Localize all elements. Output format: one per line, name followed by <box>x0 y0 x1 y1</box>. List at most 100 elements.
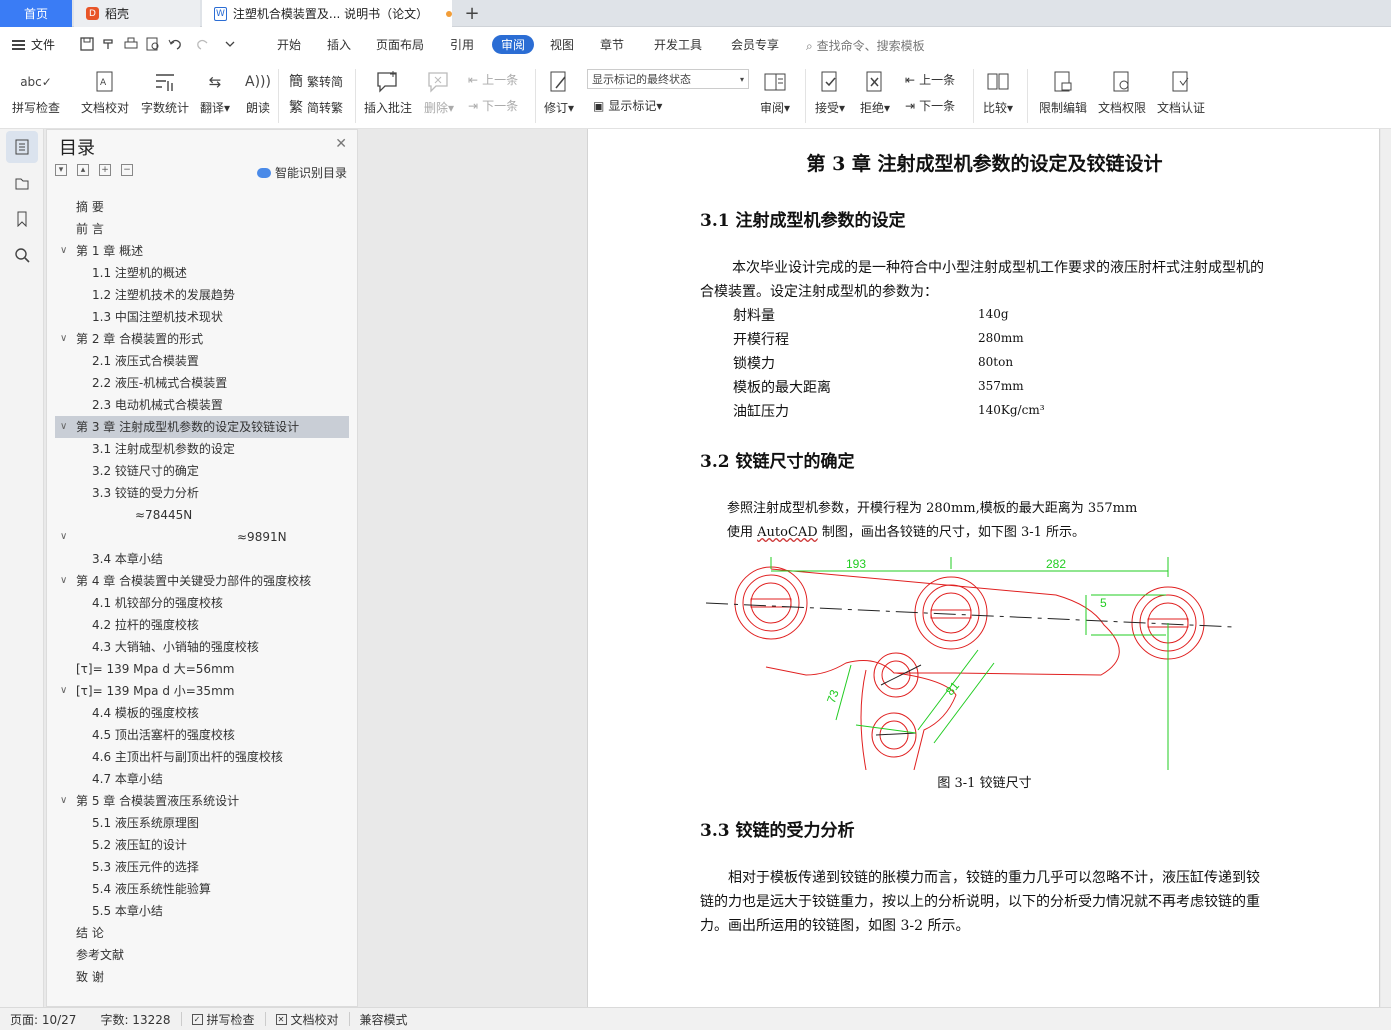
toc-item[interactable]: ∨ ≈9891N <box>55 526 349 548</box>
markup-display-select[interactable]: 显示标记的最终状态 ▾ <box>587 69 749 89</box>
chevron-down-icon[interactable]: ∨ <box>60 680 67 702</box>
collapse-all-icon[interactable]: ▴ <box>77 164 89 176</box>
print-icon[interactable] <box>124 37 138 51</box>
chevron-down-icon[interactable]: ∨ <box>60 416 67 438</box>
insert-comment-button[interactable]: 插入批注 <box>364 69 412 116</box>
bookmark-icon[interactable] <box>12 209 32 229</box>
accept-button[interactable]: 接受▾ <box>815 69 845 116</box>
unsaved-dot-icon[interactable] <box>446 10 452 17</box>
vertical-scrollbar[interactable] <box>1381 129 1391 1007</box>
reject-button[interactable]: 拒绝▾ <box>860 69 890 116</box>
document-page[interactable]: 第 3 章 注射成型机参数的设定及铰链设计 3.1 注射成型机参数的设定 本次毕… <box>587 129 1380 1007</box>
read-aloud-button[interactable]: A))) 朗读 <box>245 69 271 116</box>
tab-document[interactable]: W 注塑机合模装置及... 说明书（论文） <box>202 0 452 27</box>
toc-item[interactable]: 4.2 拉杆的强度校核 <box>55 614 349 636</box>
save-icon[interactable] <box>80 37 94 51</box>
toc-item[interactable]: 5.5 本章小结 <box>55 900 349 922</box>
toc-item[interactable]: 1.3 中国注塑机技术现状 <box>55 306 349 328</box>
chevron-down-icon[interactable]: ∨ <box>60 790 67 812</box>
redo-icon[interactable] <box>196 37 216 51</box>
spell-check-button[interactable]: abc✓ 拼写检查 <box>12 69 60 116</box>
review-pane-button[interactable]: 审阅▾ <box>760 69 790 116</box>
chevron-down-icon[interactable]: ∨ <box>60 328 67 350</box>
toc-item[interactable]: 5.1 液压系统原理图 <box>55 812 349 834</box>
toc-item[interactable]: 3.3 铰链的受力分析 <box>55 482 349 504</box>
toc-item[interactable]: 致 谢 <box>55 966 349 988</box>
toc-item[interactable]: ∨ [τ]= 139 Mpa d 小=35mm <box>55 680 349 702</box>
remove-heading-icon[interactable]: − <box>121 164 133 176</box>
toc-item[interactable]: 4.6 主顶出杆与副顶出杆的强度校核 <box>55 746 349 768</box>
command-search[interactable]: ⌕ 查找命令、搜索模板 <box>806 37 925 54</box>
revise-button[interactable]: 修订▾ <box>544 69 574 116</box>
toc-item[interactable]: 参考文献 <box>55 944 349 966</box>
prev-comment-button[interactable]: ⇤ 上一条 <box>468 71 518 88</box>
doc-permission-button[interactable]: 文档权限 <box>1098 69 1146 116</box>
doc-check-button[interactable]: A 文档校对 <box>81 69 129 116</box>
trad-to-simp-button[interactable]: 簡 繁转简 <box>289 71 343 91</box>
customize-toolbar-icon[interactable] <box>224 37 236 51</box>
format-painter-icon[interactable] <box>102 37 116 51</box>
toc-item[interactable]: 结 论 <box>55 922 349 944</box>
expand-all-icon[interactable]: ▾ <box>55 164 67 176</box>
find-icon[interactable] <box>12 245 32 265</box>
toc-item[interactable]: 1.2 注塑机技术的发展趋势 <box>55 284 349 306</box>
tab-home[interactable]: 首页 <box>0 0 72 27</box>
restrict-edit-button[interactable]: 限制编辑 <box>1039 69 1087 116</box>
doc-auth-button[interactable]: 文档认证 <box>1157 69 1205 116</box>
next-comment-button[interactable]: ⇥ 下一条 <box>468 97 518 114</box>
menu-tab-insert[interactable]: 插入 <box>327 36 351 53</box>
chevron-down-icon[interactable]: ∨ <box>60 240 67 262</box>
tab-daoke[interactable]: D 稻壳 <box>74 0 200 27</box>
status-doc-check[interactable]: ✕ 文档校对 <box>275 1011 339 1028</box>
file-menu-button[interactable]: 文件 <box>12 36 55 53</box>
toc-item[interactable]: ∨ 第 3 章 注射成型机参数的设定及铰链设计 <box>55 416 349 438</box>
toc-panel-icon[interactable] <box>6 131 38 163</box>
toc-item[interactable]: 2.2 液压-机械式合模装置 <box>55 372 349 394</box>
toc-item[interactable]: 3.4 本章小结 <box>55 548 349 570</box>
toc-item[interactable]: 1.1 注塑机的概述 <box>55 262 349 284</box>
toc-item[interactable]: 4.5 顶出活塞杆的强度校核 <box>55 724 349 746</box>
prev-change-button[interactable]: ⇤ 上一条 <box>905 71 955 88</box>
toc-item[interactable]: 2.3 电动机械式合模装置 <box>55 394 349 416</box>
toc-item[interactable]: 摘 要 <box>55 196 349 218</box>
toc-item[interactable]: 2.1 液压式合模装置 <box>55 350 349 372</box>
toc-item[interactable]: 4.1 机铰部分的强度校核 <box>55 592 349 614</box>
toc-item[interactable]: ∨ 第 4 章 合模装置中关键受力部件的强度校核 <box>55 570 349 592</box>
close-icon[interactable]: ✕ <box>335 136 347 152</box>
delete-comment-button[interactable]: 删除▾ <box>424 69 454 116</box>
add-heading-icon[interactable]: + <box>99 164 111 176</box>
compare-button[interactable]: 比较▾ <box>983 69 1013 116</box>
chapter-panel-icon[interactable] <box>12 173 32 193</box>
chevron-down-icon[interactable]: ∨ <box>60 570 67 592</box>
menu-tab-view[interactable]: 视图 <box>550 36 574 53</box>
toc-item[interactable]: 4.7 本章小结 <box>55 768 349 790</box>
status-spell-check[interactable]: ✓ 拼写检查 <box>191 1011 255 1028</box>
toc-item[interactable]: 3.1 注射成型机参数的设定 <box>55 438 349 460</box>
menu-tab-layout[interactable]: 页面布局 <box>376 36 424 53</box>
show-marks-button[interactable]: ▣ 显示标记▾ <box>593 97 662 114</box>
new-tab-button[interactable]: + <box>458 0 486 27</box>
print-preview-icon[interactable] <box>146 37 160 51</box>
toc-item[interactable]: 前 言 <box>55 218 349 240</box>
toc-item[interactable]: 4.4 模板的强度校核 <box>55 702 349 724</box>
menu-tab-start[interactable]: 开始 <box>277 36 301 53</box>
translate-button[interactable]: ⇆ 翻译▾ <box>200 69 230 116</box>
toc-item[interactable]: 3.2 铰链尺寸的确定 <box>55 460 349 482</box>
chevron-down-icon[interactable]: ∨ <box>60 526 67 548</box>
menu-tab-member[interactable]: 会员专享 <box>731 36 779 53</box>
smart-toc-button[interactable]: 智能识别目录 <box>256 164 347 181</box>
menu-tab-sections[interactable]: 章节 <box>600 36 624 53</box>
undo-icon[interactable] <box>168 37 188 51</box>
toc-item[interactable]: ∨ 第 2 章 合模装置的形式 <box>55 328 349 350</box>
toc-item[interactable]: 4.3 大销轴、小销轴的强度校核 <box>55 636 349 658</box>
autocad-link[interactable]: AutoCAD <box>757 525 818 540</box>
menu-tab-references[interactable]: 引用 <box>450 36 474 53</box>
menu-tab-review[interactable]: 审阅 <box>492 35 535 54</box>
next-change-button[interactable]: ⇥ 下一条 <box>905 97 955 114</box>
menu-tab-developer[interactable]: 开发工具 <box>654 36 702 53</box>
toc-item[interactable]: ∨ 第 1 章 概述 <box>55 240 349 262</box>
word-count-button[interactable]: 字数统计 <box>141 69 189 116</box>
toc-item[interactable]: 5.2 液压缸的设计 <box>55 834 349 856</box>
toc-item[interactable]: 5.4 液压系统性能验算 <box>55 878 349 900</box>
toc-item[interactable]: ∨ 第 5 章 合模装置液压系统设计 <box>55 790 349 812</box>
